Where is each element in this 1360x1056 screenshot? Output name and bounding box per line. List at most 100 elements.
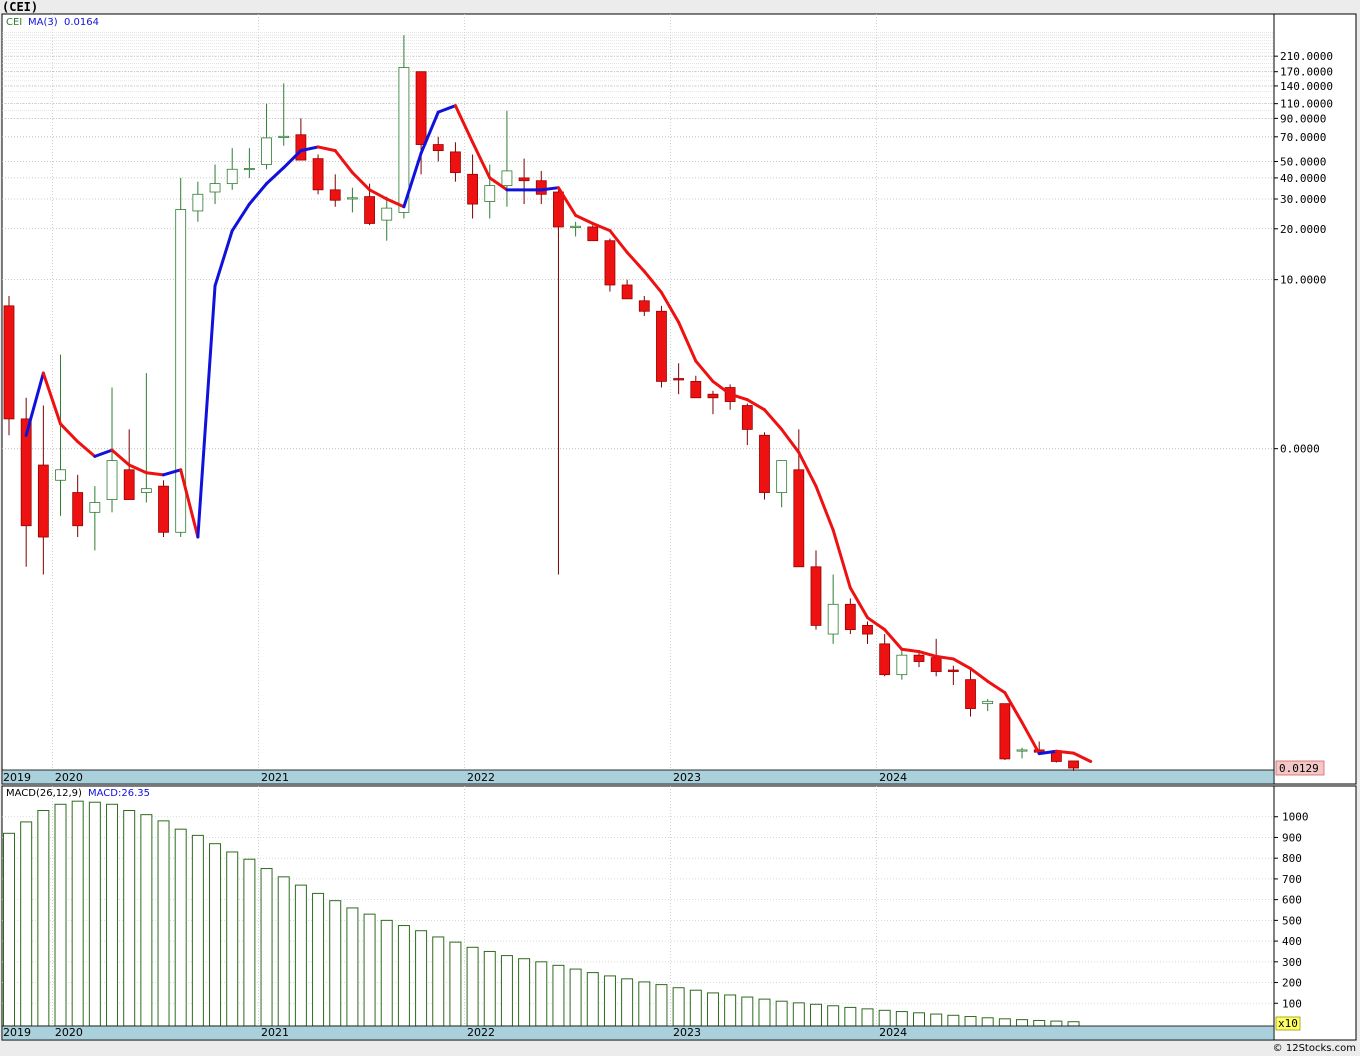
macd-bar [71, 800, 84, 1027]
candle-body [621, 284, 633, 300]
candle-body [810, 566, 822, 626]
macd-bar [483, 950, 496, 1027]
macd-bar [191, 834, 204, 1027]
price-axis-tick-label: 70.0000 [1280, 131, 1326, 144]
macd-bar [895, 1011, 908, 1027]
candle-body [690, 381, 702, 399]
price-axis-tick-label: 0.0000 [1280, 443, 1320, 456]
price-year-label: 2021 [261, 771, 289, 784]
candle-body [261, 137, 272, 165]
macd-bar [243, 858, 256, 1027]
candle-body [879, 643, 891, 676]
candle-body [896, 654, 908, 676]
candle-body [604, 240, 616, 286]
candle-body [226, 168, 238, 185]
candle-body [415, 71, 427, 145]
macd-bar [878, 1009, 891, 1027]
ma3-segment [539, 186, 560, 192]
candle-body [827, 603, 839, 635]
last-price-label: 0.0129 [1279, 762, 1319, 775]
candle-body [55, 469, 66, 481]
macd-bar [294, 884, 307, 1027]
macd-bar [466, 946, 479, 1027]
legend-ma-value: 0.0164 [64, 17, 99, 28]
candle-body [741, 405, 753, 430]
candle-body [3, 305, 15, 420]
macd-bar [1067, 1021, 1080, 1027]
price-year-label: 2019 [3, 771, 31, 784]
candle-body [707, 393, 719, 399]
price-axis-tick-label: 40.0000 [1280, 172, 1326, 185]
candle-body [398, 67, 410, 213]
candle-body [638, 300, 650, 312]
macd-bar [638, 981, 651, 1027]
macd-bar [586, 972, 599, 1027]
macd-year-label: 2020 [55, 1026, 83, 1039]
macd-bar [535, 961, 548, 1027]
candle-body [89, 502, 101, 513]
price-year-label: 2024 [879, 771, 907, 784]
candle-body [844, 603, 856, 631]
price-panel-frame [1, 13, 1357, 785]
candle-body [1068, 760, 1079, 769]
candle-body [467, 173, 478, 205]
candle-body [930, 657, 942, 672]
macd-bar [827, 1005, 840, 1027]
macd-bar [552, 964, 565, 1027]
macd-year-label: 2022 [467, 1026, 495, 1039]
macd-bar [913, 1012, 926, 1027]
macd-bar [432, 936, 445, 1027]
price-year-label: 2022 [467, 771, 495, 784]
macd-bar [260, 868, 273, 1027]
candle-body [587, 226, 599, 242]
price-axis-tick-label: 170.0000 [1280, 66, 1333, 79]
macd-bar [689, 989, 702, 1027]
macd-bar [209, 843, 222, 1027]
macd-bar [140, 814, 153, 1027]
ma3-segment [1054, 749, 1076, 755]
macd-bar [380, 919, 393, 1027]
price-year-label: 2020 [55, 771, 83, 784]
credit-text: © 12Stocks.com [1272, 1043, 1356, 1054]
macd-axis-tick-label: 900 [1282, 831, 1302, 844]
macd-bar [724, 994, 737, 1027]
macd-bar [706, 992, 719, 1027]
candle-body [37, 464, 49, 538]
macd-bar [106, 803, 119, 1027]
macd-bar [37, 810, 50, 1027]
candle-body [501, 170, 513, 187]
candle-body [346, 197, 358, 200]
macd-axis-tick-label: 100 [1282, 997, 1302, 1010]
macd-axis-tick-label: 800 [1282, 852, 1302, 865]
macd-bar [363, 913, 376, 1027]
macd-year-label: 2023 [673, 1026, 701, 1039]
price-axis-tick-label: 10.0000 [1280, 274, 1326, 287]
candle-body [793, 469, 805, 568]
macd-bar [844, 1006, 857, 1027]
macd-date-axis-band [1, 1025, 1275, 1041]
macd-year-label: 2019 [3, 1026, 31, 1039]
candle-body [535, 180, 547, 195]
macd-bar [123, 810, 136, 1027]
price-axis-tick-label: 140.0000 [1280, 80, 1333, 93]
macd-scale-note: x10 [1278, 1017, 1298, 1030]
candle-body [518, 177, 530, 182]
macd-bar [174, 828, 187, 1027]
macd-axis-tick-label: 400 [1282, 935, 1302, 948]
macd-legend-label: MACD(26,12,9) [6, 788, 82, 799]
price-axis-tick-label: 110.0000 [1280, 98, 1333, 111]
macd-bar [672, 987, 685, 1027]
candle-body [1016, 749, 1028, 752]
macd-bar [1050, 1020, 1063, 1027]
macd-bar [809, 1003, 822, 1027]
candle-body [106, 460, 118, 500]
price-axis-tick-label: 210.0000 [1280, 50, 1333, 63]
candle-body [243, 168, 255, 171]
price-date-axis-band [1, 769, 1275, 785]
macd-bar [1016, 1019, 1029, 1027]
macd-bar [655, 984, 668, 1027]
candle-body [484, 185, 496, 202]
ma3-segment [144, 471, 166, 477]
macd-axis-tick-label: 600 [1282, 894, 1302, 907]
macd-bar [741, 996, 754, 1027]
